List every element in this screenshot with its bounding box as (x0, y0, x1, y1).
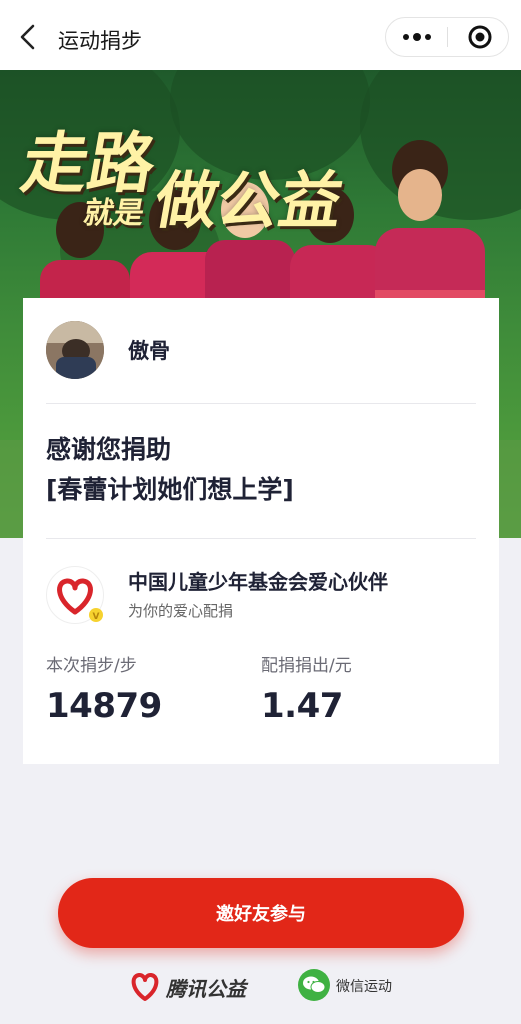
steps-value: 14879 (46, 686, 162, 726)
donor-name: 傲骨 (128, 339, 170, 363)
brand-name: 腾讯公益 (166, 977, 246, 1001)
heart-logo-icon (131, 973, 159, 1001)
more-dots-icon (403, 33, 431, 41)
slogan-line-3: 做公益 (149, 164, 349, 237)
navigation-bar: 运动捐步 (0, 0, 521, 70)
thanks-line-1: 感谢您捐助 (46, 435, 172, 464)
back-button[interactable] (14, 20, 44, 54)
slogan-line-2: 就是 (80, 196, 147, 231)
project-name: [春蕾计划她们想上学] (46, 475, 294, 504)
amount-value: 1.47 (261, 686, 343, 726)
capsule-divider (447, 27, 448, 47)
sponsor-subtitle: 为你的爱心配捐 (128, 602, 234, 620)
verified-badge: V (93, 612, 100, 622)
sponsor-logo: V (46, 566, 104, 624)
wechat-sport-label: 微信运动 (336, 979, 392, 995)
wechat-sport-icon (298, 969, 330, 1001)
avatar (46, 321, 104, 379)
divider (46, 403, 476, 404)
more-button[interactable] (386, 18, 446, 56)
mini-program-capsule (385, 17, 509, 57)
divider (46, 538, 476, 539)
donation-certificate-card: 傲骨 感谢您捐助 [春蕾计划她们想上学] V 中国儿童少年基金会爱心伙伴 为你的… (23, 298, 499, 764)
page-title: 运动捐步 (58, 29, 142, 53)
invite-friends-button[interactable]: 邀好友参与 (58, 878, 464, 948)
chevron-left-icon (20, 24, 35, 50)
close-miniprogram-button[interactable] (449, 18, 509, 56)
steps-label: 本次捐步/步 (46, 656, 137, 676)
heart-logo-icon: V (57, 578, 103, 622)
record-target-icon (468, 25, 492, 49)
avatar-image (46, 321, 104, 379)
amount-label: 配捐捐出/元 (261, 656, 352, 676)
sponsor-name: 中国儿童少年基金会爱心伙伴 (128, 570, 388, 594)
thanks-message: 感谢您捐助 [春蕾计划她们想上学] (46, 430, 294, 510)
